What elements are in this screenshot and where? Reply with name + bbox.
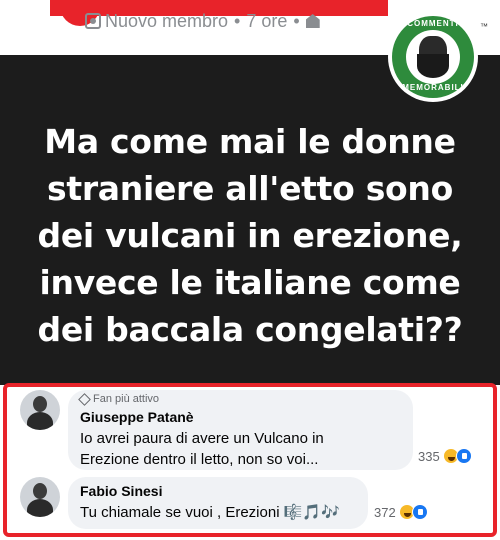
commenter-avatar-1[interactable] — [20, 390, 60, 430]
avatar-body — [27, 412, 53, 430]
reaction-count-2: 372 — [374, 504, 396, 520]
commenti-memorabili-logo: COMMENTI MEMORABILI — [388, 12, 478, 102]
comment-reactions-2[interactable]: 372 — [374, 504, 428, 520]
comment-author-2[interactable]: Fabio Sinesi — [80, 483, 162, 499]
post-line-5: dei baccala congelati?? — [37, 310, 463, 349]
like-reaction-icon — [455, 448, 472, 464]
top-fan-label: Fan più attivo — [93, 393, 160, 405]
reaction-count-1: 335 — [418, 448, 440, 464]
logo-top-text: COMMENTI — [407, 19, 459, 28]
like-reaction-icon — [411, 504, 428, 520]
trademark-symbol: ™ — [480, 22, 488, 31]
role-label: Nuovo membro — [105, 10, 229, 31]
avatar-head — [33, 483, 47, 499]
logo-emblem: COMMENTI MEMORABILI — [392, 16, 474, 98]
meta-separator: • — [234, 10, 241, 31]
post-image-text: Ma come mai le donne straniere all'etto … — [0, 118, 500, 353]
group-audience-icon — [305, 14, 320, 28]
post-line-2: straniere all'etto sono — [47, 169, 453, 208]
post-line-3: dei vulcani in erezione, — [37, 216, 463, 255]
comment-reactions-1[interactable]: 335 — [418, 448, 472, 464]
comment-text-2: Tu chiamale se vuoi , Erezioni 🎼🎵🎶 — [80, 504, 340, 521]
meta-separator-2: • — [293, 10, 300, 31]
beard-icon — [417, 54, 449, 78]
post-time[interactable]: 7 ore — [246, 11, 287, 32]
top-fan-badge: Fan più attivo — [78, 392, 160, 406]
post-line-1: Ma come mai le donne — [44, 122, 456, 161]
post-line-4: invece le italiane come — [39, 263, 461, 302]
comment-text-1a: Io avrei paura di avere un Vulcano in — [80, 430, 324, 447]
comment-author-1[interactable]: Giuseppe Patanè — [80, 409, 194, 425]
diamond-icon — [78, 392, 91, 406]
member-badge-icon — [85, 13, 101, 29]
logo-bottom-text: MEMORABILI — [402, 83, 464, 92]
avatar-body — [27, 499, 53, 517]
comment-text-1b: Erezione dentro il letto, non so voi... — [80, 451, 319, 468]
avatar-head — [33, 396, 47, 412]
post-meta: Nuovo membro • 7 ore • — [85, 10, 320, 32]
commenter-avatar-2[interactable] — [20, 477, 60, 517]
